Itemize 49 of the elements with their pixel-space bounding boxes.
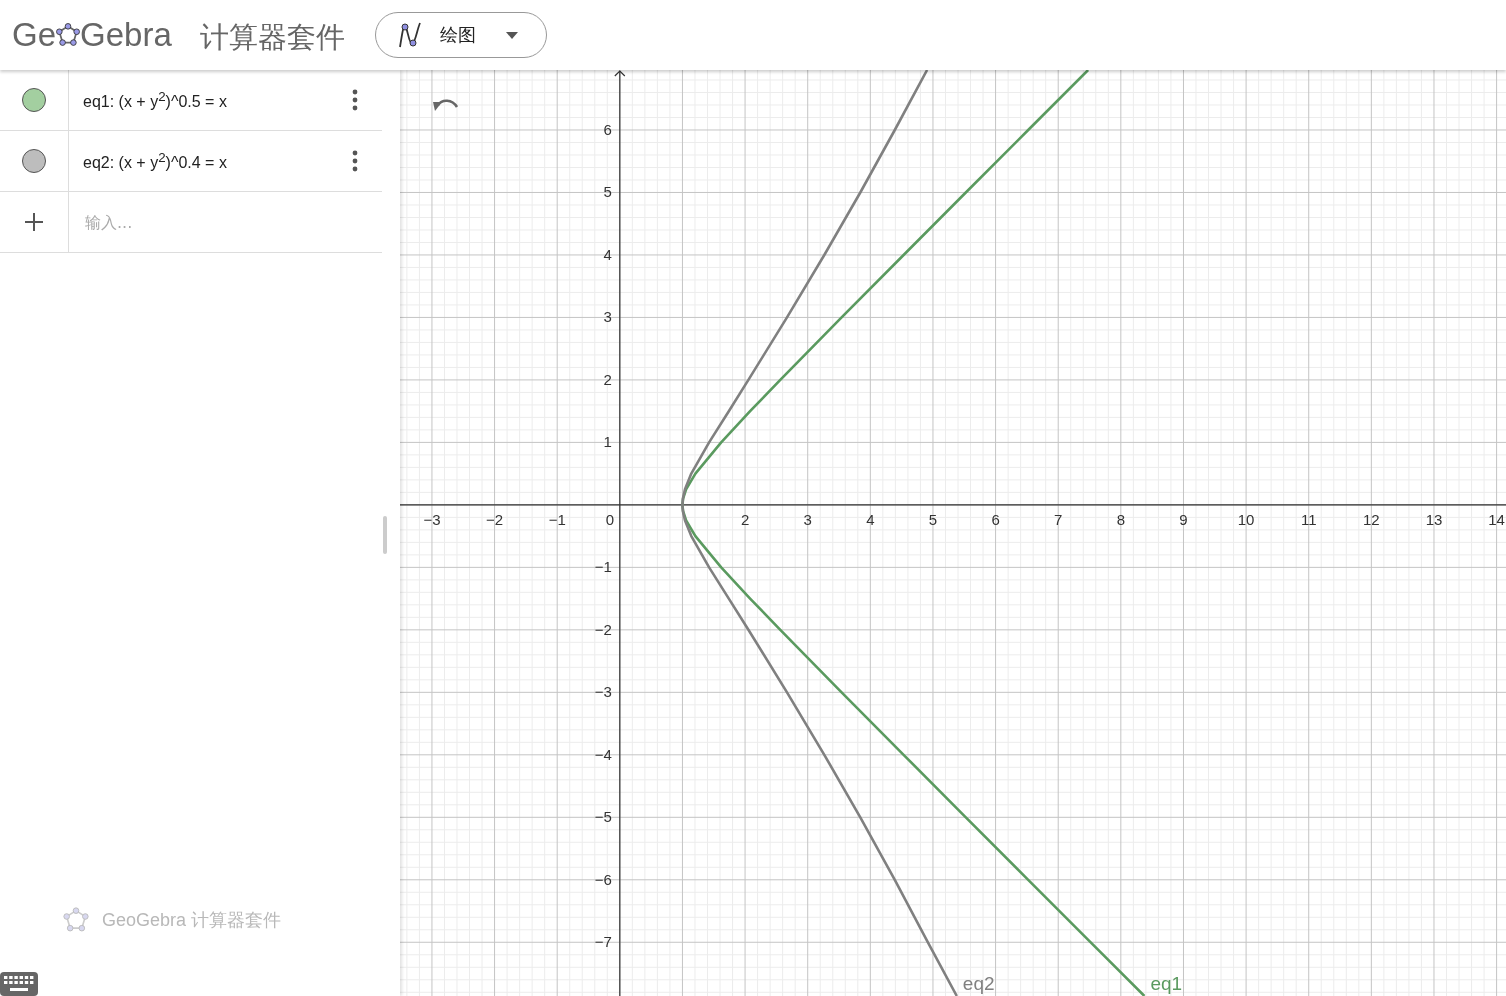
y-tick-label: −6	[594, 870, 612, 888]
x-tick-label: 14	[1488, 510, 1505, 528]
x-tick-label: 8	[1116, 510, 1125, 528]
keyboard-icon[interactable]	[0, 972, 38, 996]
y-tick-label: −7	[594, 933, 612, 951]
pentagon-logo-icon	[55, 22, 82, 48]
x-tick-label: −1	[548, 510, 566, 528]
y-tick-label: −3	[594, 683, 612, 701]
y-tick-label: −4	[594, 745, 612, 763]
x-tick-label: −3	[423, 510, 441, 528]
y-tick-label: −1	[594, 558, 612, 576]
y-tick-label: 5	[603, 183, 612, 201]
x-tick-label: 6	[991, 510, 1000, 528]
x-tick-label: 9	[1179, 510, 1188, 528]
x-tick-label: 13	[1425, 510, 1443, 528]
x-tick-label: 10	[1237, 510, 1255, 528]
x-tick-label: 2	[740, 510, 750, 528]
caret-icon	[505, 31, 518, 39]
x-tick-label: 12	[1363, 510, 1380, 528]
visibility-dot[interactable]	[22, 149, 46, 173]
visibility-dot[interactable]	[22, 88, 46, 112]
mode-dropdown[interactable]: 绘图	[374, 12, 547, 58]
y-tick-label: 3	[603, 308, 612, 326]
y-tick-label: −5	[594, 808, 612, 826]
y-tick-label: 4	[603, 245, 612, 263]
app-title: 计算器套件	[199, 19, 345, 56]
y-tick-label: 2	[603, 370, 612, 388]
pentagon-logo-icon	[62, 906, 90, 934]
x-tick-label: 4	[866, 510, 875, 528]
footer-text: GeoGebra 计算器套件	[102, 909, 282, 932]
more-options-icon[interactable]	[352, 89, 358, 111]
curve-label: eq2	[962, 973, 995, 994]
equation-text[interactable]: eq2: (x + y$^{2}$)^0.4 = x	[83, 149, 352, 173]
x-tick-label: 0	[605, 510, 615, 528]
logo-text: Gebra	[80, 16, 172, 54]
plus-icon[interactable]	[24, 212, 44, 232]
equation-text[interactable]: eq1: (x + y$^{2}$)^0.5 = x	[83, 88, 352, 112]
logo-text: Ge	[12, 16, 57, 54]
x-tick-label: 5	[928, 510, 938, 528]
x-tick-label: 11	[1300, 510, 1317, 528]
resize-handle[interactable]	[383, 516, 387, 554]
curve-label: eq1	[1150, 973, 1183, 994]
y-tick-label: −2	[594, 620, 612, 638]
y-tick-label: 1	[603, 433, 612, 451]
x-tick-label: 3	[803, 510, 812, 528]
x-tick-label: −2	[486, 510, 504, 528]
x-tick-label: 7	[1054, 510, 1063, 528]
y-tick-label: 6	[603, 121, 612, 138]
more-options-icon[interactable]	[352, 150, 358, 172]
